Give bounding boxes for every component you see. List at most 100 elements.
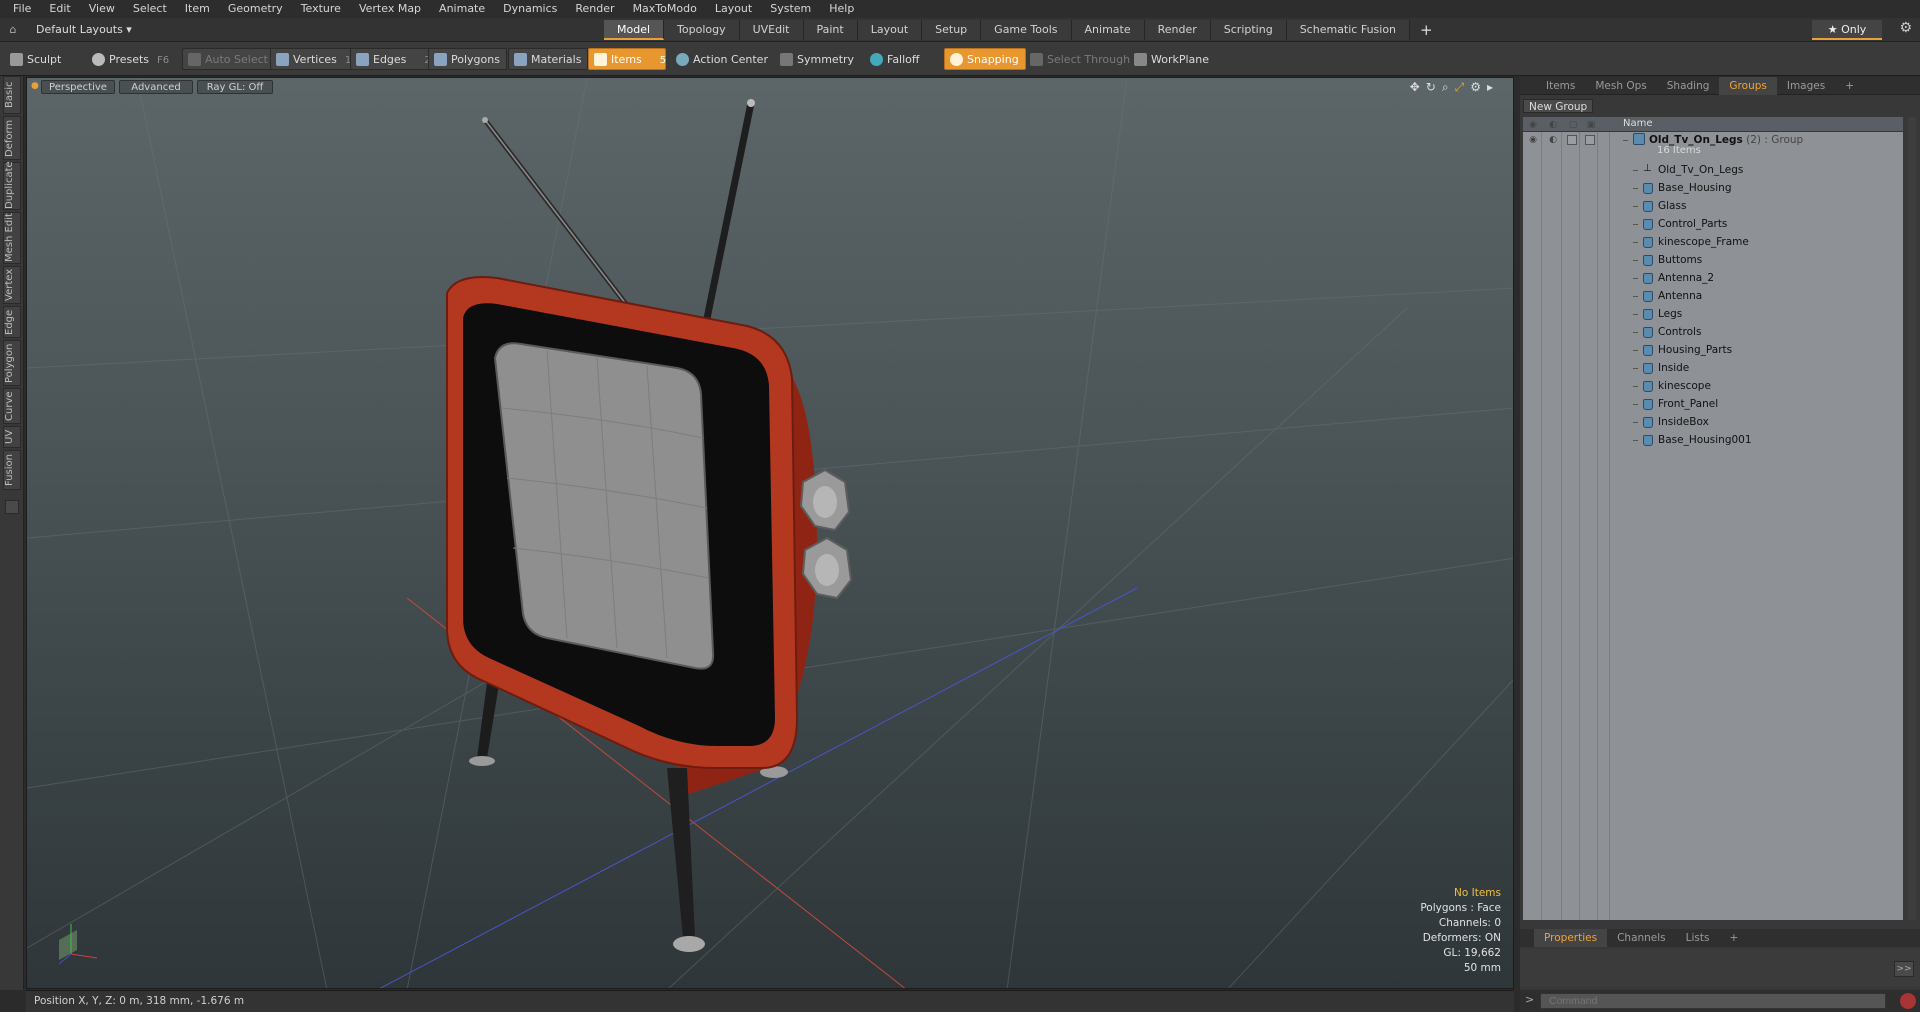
tab-paint[interactable]: Paint <box>803 20 858 40</box>
layout-home-icon[interactable]: ⌂ <box>0 23 26 36</box>
group-item-row[interactable]: Base_Housing <box>1523 180 1903 198</box>
rotate-view-icon[interactable]: ↻ <box>1426 80 1436 95</box>
menu-texture[interactable]: Texture <box>292 0 350 18</box>
viewport-menu-icon[interactable]: ● <box>31 81 39 91</box>
new-group-button[interactable]: New Group <box>1523 99 1594 113</box>
left-tab-mesh-edit[interactable]: Mesh Edit <box>3 212 21 264</box>
group-item-row[interactable]: Housing_Parts <box>1523 342 1903 360</box>
select-checkbox[interactable] <box>1585 135 1595 145</box>
menu-item[interactable]: Item <box>176 0 219 18</box>
right-tab-shading[interactable]: Shading <box>1657 77 1720 95</box>
tab-setup[interactable]: Setup <box>922 20 982 40</box>
menu-vertex-map[interactable]: Vertex Map <box>350 0 430 18</box>
group-item-row[interactable]: Control_Parts <box>1523 216 1903 234</box>
items-button[interactable]: Items 5 <box>588 48 666 70</box>
name-column-header[interactable]: Name <box>1623 117 1653 131</box>
sculpt-button[interactable]: Sculpt <box>4 48 68 70</box>
group-item-row[interactable]: Antenna_2 <box>1523 270 1903 288</box>
shading-mode-button[interactable]: Advanced <box>119 80 193 94</box>
select-through-button[interactable]: Select Through <box>1024 48 1137 70</box>
tab-schematic-fusion[interactable]: Schematic Fusion <box>1286 20 1411 40</box>
menu-edit[interactable]: Edit <box>40 0 79 18</box>
group-item-row[interactable]: Front_Panel <box>1523 396 1903 414</box>
move-view-icon[interactable]: ✥ <box>1410 80 1420 95</box>
menu-dynamics[interactable]: Dynamics <box>494 0 566 18</box>
expand-properties-button[interactable]: >> <box>1894 961 1914 977</box>
bottom-tab-lists[interactable]: Lists <box>1676 929 1720 947</box>
menu-geometry[interactable]: Geometry <box>219 0 292 18</box>
group-item-row[interactable]: Legs <box>1523 306 1903 324</box>
menu-view[interactable]: View <box>80 0 124 18</box>
group-item-row[interactable]: Buttoms <box>1523 252 1903 270</box>
snapping-button[interactable]: Snapping <box>944 48 1026 70</box>
menu-help[interactable]: Help <box>820 0 863 18</box>
symmetry-button[interactable]: Symmetry <box>774 48 861 70</box>
render-toggle-icon[interactable]: ◐ <box>1547 135 1559 145</box>
only-button[interactable]: ★ Only <box>1812 20 1882 40</box>
add-tab-icon[interactable]: + <box>1410 20 1443 40</box>
left-panel-toggle-icon[interactable] <box>5 500 19 514</box>
groups-list[interactable]: ◉ ◐ Old_Tv_On_Legs (2) : Group 16 Items … <box>1523 132 1903 920</box>
gear-icon[interactable]: ⚙ <box>1899 20 1912 36</box>
left-tab-vertex[interactable]: Vertex <box>3 266 21 304</box>
menu-select[interactable]: Select <box>124 0 176 18</box>
menu-animate[interactable]: Animate <box>430 0 494 18</box>
group-item-row[interactable]: Inside <box>1523 360 1903 378</box>
group-item-row[interactable]: Controls <box>1523 324 1903 342</box>
vertices-button[interactable]: Vertices 1 <box>270 48 359 70</box>
workplane-button[interactable]: WorkPlane <box>1128 48 1216 70</box>
left-tab-fusion[interactable]: Fusion <box>3 450 21 490</box>
fit-view-icon[interactable]: ⤢ <box>1455 80 1465 95</box>
viewport-expand-icon[interactable]: ▸ <box>1487 80 1493 95</box>
layout-selector[interactable]: Default Layouts ▾ <box>26 23 146 36</box>
bottom-tab-properties[interactable]: Properties <box>1534 929 1608 947</box>
command-clear-icon[interactable] <box>1900 993 1916 1009</box>
left-tab-basic[interactable]: Basic <box>3 76 21 114</box>
right-tab-items[interactable]: Items <box>1536 77 1585 95</box>
group-item-row[interactable]: Glass <box>1523 198 1903 216</box>
command-input[interactable] <box>1540 993 1886 1009</box>
tab-game-tools[interactable]: Game Tools <box>981 20 1072 40</box>
group-item-row[interactable]: InsideBox <box>1523 414 1903 432</box>
view-type-button[interactable]: Perspective <box>41 80 115 94</box>
menu-system[interactable]: System <box>761 0 820 18</box>
right-tab-images[interactable]: Images <box>1777 77 1835 95</box>
menu-render[interactable]: Render <box>566 0 623 18</box>
menu-file[interactable]: File <box>4 0 40 18</box>
left-tab-polygon[interactable]: Polygon <box>3 340 21 386</box>
left-tab-curve[interactable]: Curve <box>3 388 21 424</box>
edges-button[interactable]: Edges2 <box>350 48 438 70</box>
visibility-eye-icon[interactable]: ◉ <box>1527 135 1539 145</box>
tab-render[interactable]: Render <box>1144 20 1211 40</box>
3d-viewport[interactable]: ● Perspective Advanced Ray GL: Off ✥ ↻ ⌕… <box>26 77 1514 989</box>
lock-checkbox[interactable] <box>1567 135 1577 145</box>
group-item-row[interactable]: Base_Housing001 <box>1523 432 1903 450</box>
menu-maxtomodo[interactable]: MaxToModo <box>624 0 706 18</box>
auto-select-button[interactable]: Auto Select <box>182 48 275 70</box>
falloff-button[interactable]: Falloff <box>864 48 926 70</box>
tab-uvedit[interactable]: UVEdit <box>739 20 804 40</box>
tab-model[interactable]: Model <box>604 20 665 40</box>
left-tab-duplicate[interactable]: Duplicate <box>3 161 21 210</box>
menu-layout[interactable]: Layout <box>706 0 761 18</box>
tab-layout[interactable]: Layout <box>857 20 923 40</box>
raygl-button[interactable]: Ray GL: Off <box>197 80 273 94</box>
action-center-button[interactable]: Action Center <box>670 48 775 70</box>
presets-button[interactable]: Presets F6 <box>86 48 176 70</box>
group-item-row[interactable]: Antenna <box>1523 288 1903 306</box>
materials-button[interactable]: Materials <box>508 48 589 70</box>
group-item-row[interactable]: kinescope <box>1523 378 1903 396</box>
right-tab-add[interactable]: + <box>1835 77 1864 95</box>
groups-list-scrollbar[interactable] <box>1908 117 1916 920</box>
right-tab-groups[interactable]: Groups <box>1719 76 1777 95</box>
polygons-button[interactable]: Polygons <box>428 48 507 70</box>
tab-topology[interactable]: Topology <box>664 20 740 40</box>
tab-animate[interactable]: Animate <box>1071 20 1145 40</box>
left-tab-deform[interactable]: Deform <box>3 116 21 160</box>
left-tab-edge[interactable]: Edge <box>3 306 21 338</box>
group-item-row[interactable]: kinescope_Frame <box>1523 234 1903 252</box>
viewport-settings-icon[interactable]: ⚙ <box>1470 80 1481 95</box>
bottom-tab-add[interactable]: + <box>1719 929 1748 947</box>
zoom-view-icon[interactable]: ⌕ <box>1442 80 1449 95</box>
left-tab-uv[interactable]: UV <box>3 426 21 448</box>
